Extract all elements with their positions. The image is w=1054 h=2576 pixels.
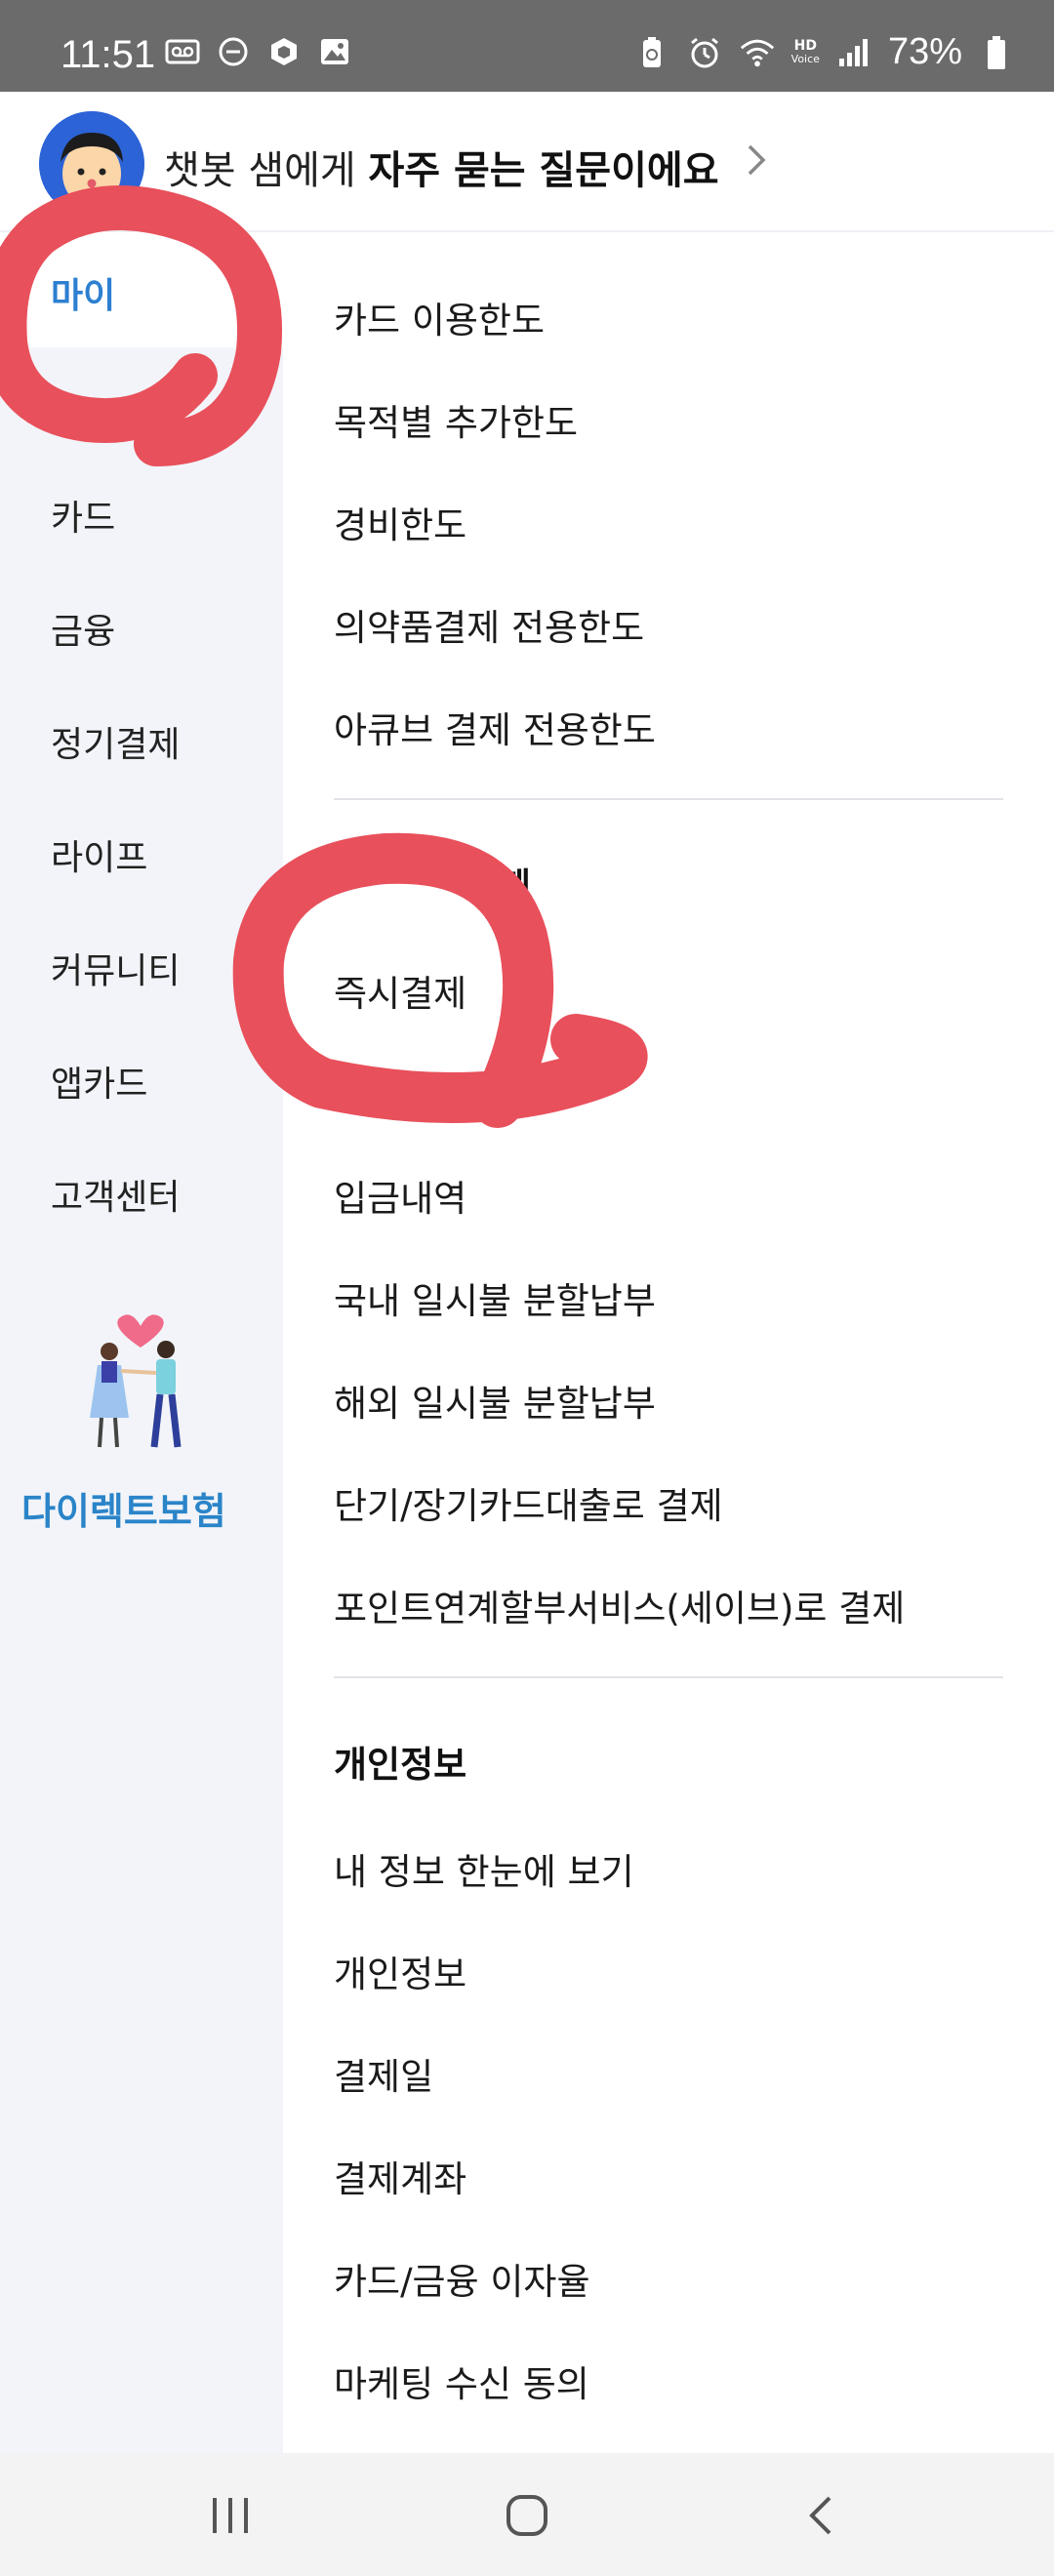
menu-domestic-installment[interactable]: 국내 일시불 분할납부 bbox=[334, 1271, 656, 1324]
recent-apps-icon[interactable] bbox=[201, 2486, 260, 2545]
status-icons-right: HD Voice 73% bbox=[633, 31, 1015, 73]
menu-card-loan-payment[interactable]: 단기/장기카드대출로 결제 bbox=[334, 1476, 723, 1529]
couple-heart-illustration[interactable] bbox=[72, 1301, 219, 1457]
sidebar-item-life[interactable]: 라이프 bbox=[51, 829, 147, 880]
voice-label: Voice bbox=[790, 52, 820, 65]
sidebar-item-my[interactable]: 마이 bbox=[51, 267, 115, 318]
minus-circle-icon bbox=[215, 33, 252, 70]
system-nav-bar bbox=[0, 2453, 1054, 2576]
menu-my-info-overview[interactable]: 내 정보 한눈에 보기 bbox=[334, 1842, 634, 1895]
chatbot-faq-text: 챗봇 샘에게 자주 묻는 질문이에요 bbox=[164, 139, 719, 195]
sidebar-active-bg bbox=[0, 232, 283, 347]
menu-payment-account[interactable]: 결제계좌 bbox=[334, 2150, 466, 2202]
menu-overseas-installment[interactable]: 해외 일시불 분할납부 bbox=[334, 1374, 656, 1427]
chatbot-avatar-icon bbox=[39, 111, 144, 217]
hd-label: HD bbox=[793, 37, 817, 54]
alarm-icon bbox=[686, 34, 723, 71]
section-head-personal-info: 개인정보 bbox=[334, 1744, 467, 1786]
category-sidebar: 마이 카드 금융 정기결제 라이프 커뮤니티 앱카드 고객센터 다이렉트보험 bbox=[0, 232, 283, 2453]
menu-expense-limit[interactable]: 경비한도 bbox=[334, 496, 466, 548]
direct-insurance-link[interactable]: 다이렉트보험 bbox=[21, 1481, 226, 1535]
wifi-icon bbox=[739, 34, 776, 71]
back-icon[interactable] bbox=[790, 2486, 849, 2545]
sidebar-item-card[interactable]: 카드 bbox=[51, 490, 115, 541]
hd-voice-badge: HD Voice bbox=[791, 39, 820, 66]
sidebar-item-customer-center[interactable]: 고객센터 bbox=[51, 1169, 180, 1220]
menu-interest-rate[interactable]: 카드/금융 이자율 bbox=[334, 2252, 590, 2305]
section-divider bbox=[334, 798, 1003, 800]
signal-icon bbox=[835, 34, 872, 71]
menu-medicine-limit[interactable]: 의약품결제 전용한도 bbox=[334, 598, 644, 651]
header-text-bold: 자주 묻는 질문이에요 bbox=[368, 148, 719, 193]
sidebar-item-appcard[interactable]: 앱카드 bbox=[51, 1056, 147, 1107]
menu-content: 카드 이용한도 목적별 추가한도 경비한도 의약품결제 전용한도 아큐브 결제 … bbox=[283, 232, 1054, 2453]
menu-purpose-extra-limit[interactable]: 목적별 추가한도 bbox=[334, 393, 578, 446]
menu-deposit-history[interactable]: 입금내역 bbox=[334, 1169, 466, 1222]
menu-marketing-consent[interactable]: 마케팅 수신 동의 bbox=[334, 2355, 589, 2407]
status-icons-left bbox=[164, 33, 353, 70]
menu-personal-info[interactable]: 개인정보 bbox=[334, 1945, 466, 1997]
sidebar-item-community[interactable]: 커뮤니티 bbox=[51, 943, 180, 993]
menu-instant-payment[interactable]: 즉시결제 bbox=[334, 964, 466, 1017]
sidebar-item-recurring-payment[interactable]: 정기결제 bbox=[51, 716, 180, 767]
battery-saver-icon bbox=[633, 34, 670, 71]
status-time: 11:51 bbox=[61, 33, 156, 76]
battery-icon bbox=[978, 34, 1015, 71]
section-divider bbox=[334, 1676, 1003, 1678]
menu-acuvue-limit[interactable]: 아큐브 결제 전용한도 bbox=[334, 701, 656, 753]
cube-icon bbox=[265, 33, 303, 70]
chatbot-faq-banner[interactable]: 챗봇 샘에게 자주 묻는 질문이에요 bbox=[0, 92, 1054, 232]
menu-save-payment[interactable]: 포인트연계할부서비스(세이브)로 결제 bbox=[334, 1579, 905, 1631]
header-text-plain: 챗봇 샘에게 bbox=[164, 148, 369, 193]
chevron-right-icon bbox=[746, 141, 769, 183]
sidebar-item-finance[interactable]: 금융 bbox=[51, 603, 115, 654]
battery-percent: 73% bbox=[887, 31, 962, 72]
image-icon bbox=[316, 33, 353, 70]
menu-payment-date[interactable]: 결제일 bbox=[334, 2047, 433, 2100]
voicemail-icon bbox=[164, 33, 201, 70]
status-bar: 11:51 HD Voice 73% bbox=[0, 0, 1054, 92]
menu-card-limit[interactable]: 카드 이용한도 bbox=[334, 291, 545, 343]
section-head-payment: 결제 bbox=[465, 865, 532, 907]
home-icon[interactable] bbox=[498, 2486, 556, 2545]
